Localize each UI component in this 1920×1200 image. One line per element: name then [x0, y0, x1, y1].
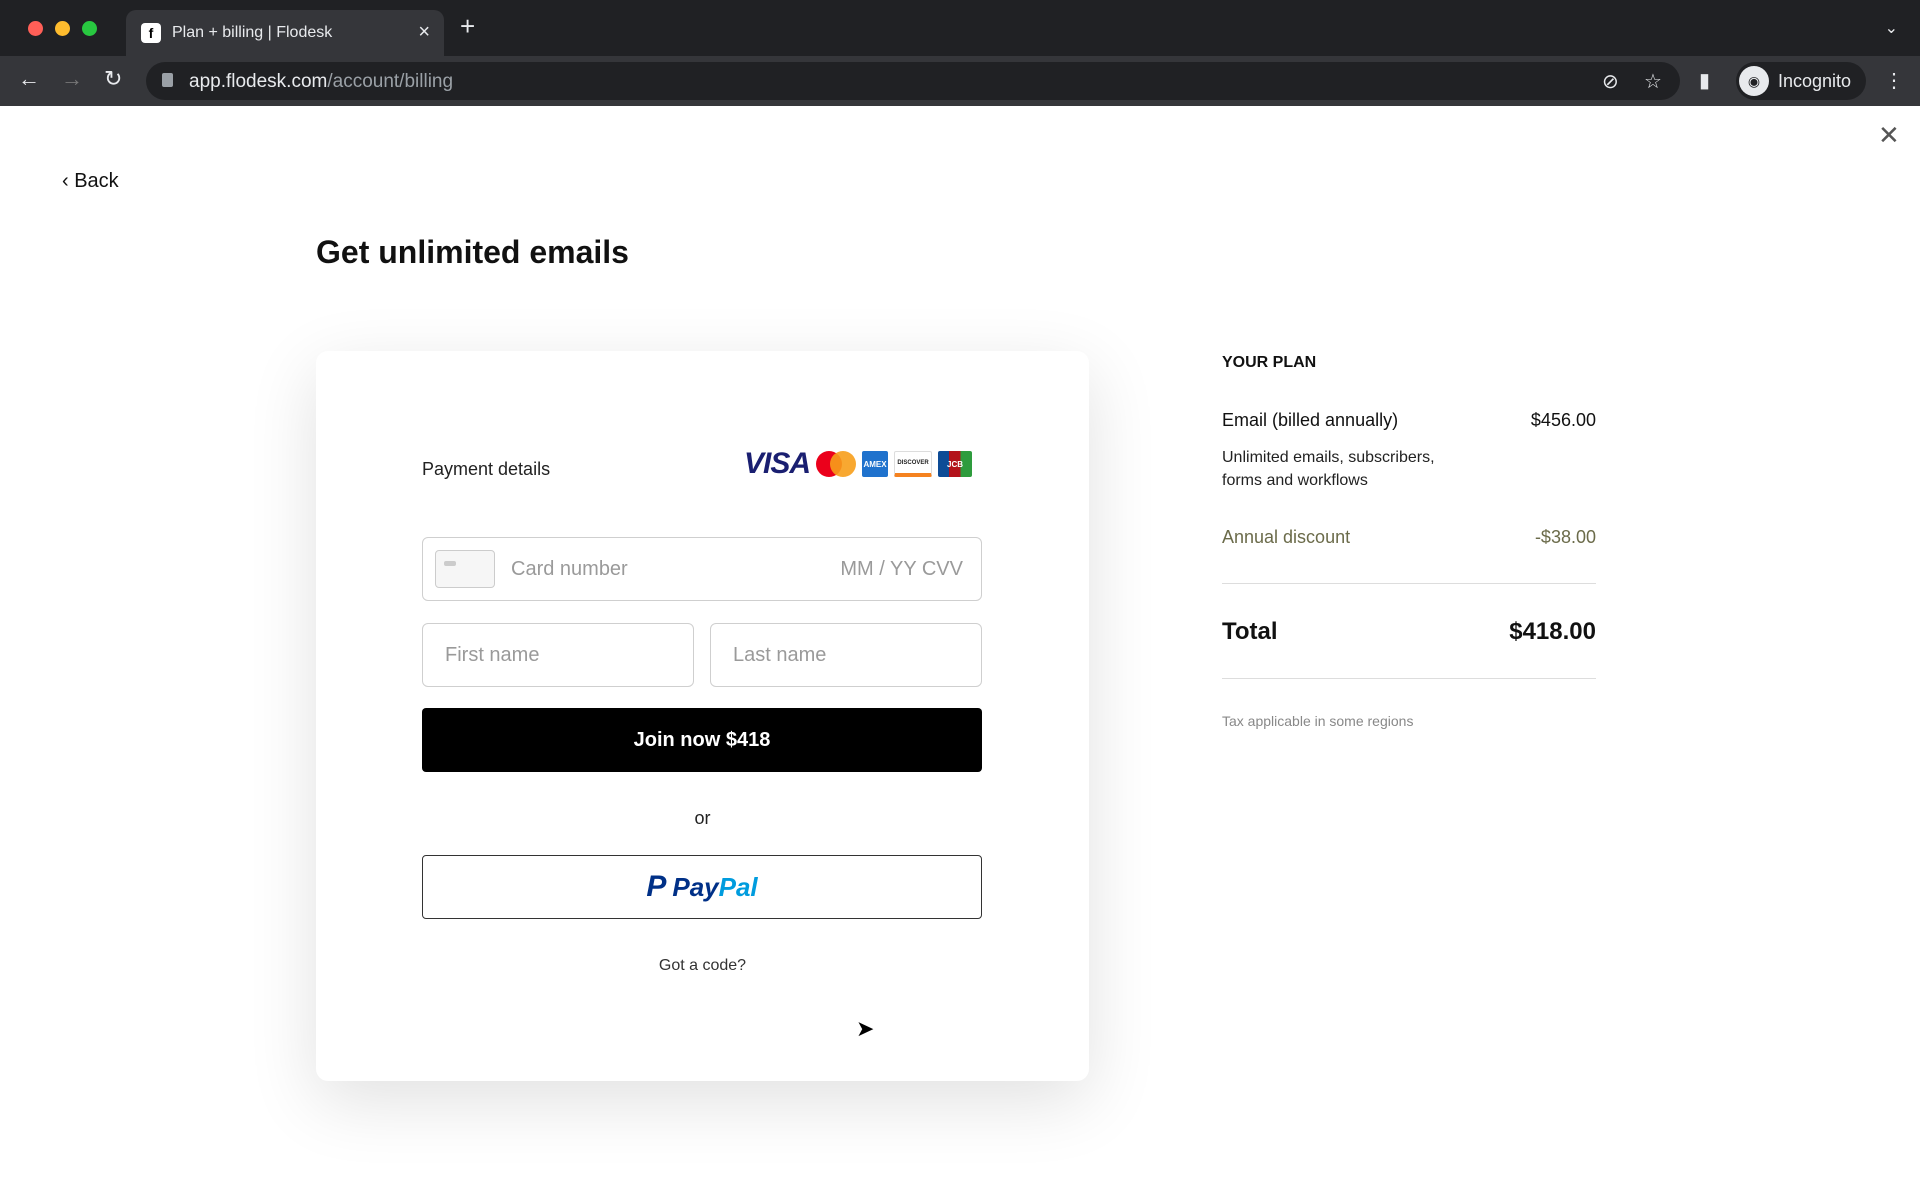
- menu-kebab-icon[interactable]: ⋮: [1884, 68, 1904, 93]
- visa-logo: VISA: [744, 447, 811, 480]
- forward-arrow-icon[interactable]: →: [61, 66, 83, 92]
- discount-value: -$38.00: [1534, 527, 1596, 547]
- amex-logo: AMEX: [862, 451, 889, 477]
- divider: [1222, 583, 1596, 584]
- incognito-icon: ◉: [1739, 66, 1769, 96]
- window-close-button[interactable]: [28, 21, 43, 36]
- plan-item-price: $456.00: [1530, 410, 1596, 430]
- tab-close-icon[interactable]: ×: [418, 21, 430, 44]
- total-value: $418.00: [1509, 618, 1596, 645]
- tab-search-chevron-icon[interactable]: ⌄: [1885, 18, 1898, 38]
- plan-heading: YOUR PLAN: [1222, 354, 1317, 371]
- back-button[interactable]: ‹ Back: [62, 170, 119, 193]
- reload-icon[interactable]: ↻: [104, 66, 122, 92]
- card-brand-logos: VISA AMEX DISCOVER JCB: [744, 447, 973, 480]
- payment-card: Payment details VISA AMEX DISCOVER JCB C…: [316, 351, 1089, 1081]
- card-number-placeholder: Card number: [511, 558, 628, 580]
- profile-label: Incognito: [1778, 71, 1852, 91]
- paypal-icon: P: [646, 870, 667, 903]
- discover-logo: DISCOVER: [894, 451, 933, 477]
- join-now-button[interactable]: Join now $418: [422, 708, 982, 772]
- star-icon[interactable]: ☆: [1644, 69, 1662, 94]
- new-tab-button[interactable]: +: [460, 13, 475, 39]
- side-panel-icon[interactable]: ▮: [1699, 68, 1710, 93]
- billing-page: ✕ ‹ Back Get unlimited emails Payment de…: [0, 106, 1920, 1200]
- mastercard-logo: [816, 451, 857, 477]
- paypal-button[interactable]: P PayPal: [422, 855, 982, 919]
- window-maximize-button[interactable]: [82, 21, 97, 36]
- plan-item-description: Unlimited emails, subscribers, forms and…: [1222, 449, 1435, 489]
- browser-toolbar: ← → ↻ app.flodesk.com/account/billing ⊘ …: [0, 56, 1920, 106]
- back-label: Back: [74, 170, 119, 192]
- browser-tab[interactable]: f Plan + billing | Flodesk ×: [126, 10, 444, 56]
- first-name-placeholder: First name: [445, 644, 540, 666]
- card-number-input[interactable]: Card number MM / YY CVV: [422, 537, 982, 601]
- window-minimize-button[interactable]: [55, 21, 70, 36]
- eye-off-icon[interactable]: ⊘: [1602, 69, 1619, 94]
- lock-icon: [162, 73, 173, 87]
- last-name-input[interactable]: Last name: [710, 623, 982, 687]
- first-name-input[interactable]: First name: [422, 623, 694, 687]
- or-divider: or: [694, 808, 711, 828]
- back-arrow-icon[interactable]: ←: [18, 66, 40, 92]
- jcb-logo: JCB: [938, 451, 973, 477]
- plan-item-name: Email (billed annually): [1222, 410, 1399, 430]
- paypal-logo: PayPal: [672, 871, 758, 902]
- divider: [1222, 678, 1596, 679]
- browser-tab-bar: f Plan + billing | Flodesk × + ⌄: [0, 0, 1920, 56]
- page-title: Get unlimited emails: [316, 234, 629, 270]
- url-text: app.flodesk.com/account/billing: [189, 71, 454, 92]
- incognito-profile[interactable]: ◉ Incognito: [1736, 62, 1866, 100]
- mouse-cursor-icon: ➤: [856, 1016, 875, 1041]
- address-bar[interactable]: app.flodesk.com/account/billing ⊘ ☆: [146, 62, 1680, 100]
- credit-card-icon: [435, 550, 495, 588]
- flodesk-favicon-icon: f: [141, 23, 161, 43]
- tax-note: Tax applicable in some regions: [1222, 713, 1414, 729]
- close-icon[interactable]: ✕: [1878, 120, 1900, 151]
- payment-details-label: Payment details: [422, 459, 551, 479]
- chevron-left-icon: ‹: [62, 170, 75, 192]
- got-a-code-link[interactable]: Got a code?: [316, 957, 1089, 975]
- total-label: Total: [1222, 618, 1278, 645]
- tab-title: Plan + billing | Flodesk: [172, 24, 333, 41]
- expiry-cvv-input[interactable]: MM / YY CVV: [840, 558, 963, 581]
- last-name-placeholder: Last name: [733, 644, 827, 666]
- discount-label: Annual discount: [1222, 527, 1351, 547]
